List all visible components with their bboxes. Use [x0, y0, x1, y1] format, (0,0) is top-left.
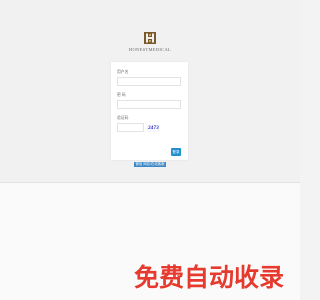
brand-name: HONESTMEDICAL [128, 47, 172, 52]
captcha-input[interactable] [117, 123, 144, 132]
footer-link[interactable]: 微信 网站/在线客服 [134, 162, 166, 167]
password-input[interactable] [117, 100, 181, 109]
watermark-text: 免费自动收录 [133, 263, 284, 293]
username-input[interactable] [117, 77, 181, 86]
watermark-label: 免费自动收录 [134, 263, 284, 292]
captcha-image[interactable]: 2473 [147, 125, 160, 132]
login-button[interactable]: 登录 [171, 148, 181, 156]
username-label: 用户名 [117, 70, 129, 74]
login-card: 用户名 密 码 验证码 2473 登录 [111, 62, 188, 160]
hs-monogram-logo-icon [144, 32, 156, 44]
password-label: 密 码 [117, 93, 126, 97]
captcha-label: 验证码 [117, 116, 129, 120]
